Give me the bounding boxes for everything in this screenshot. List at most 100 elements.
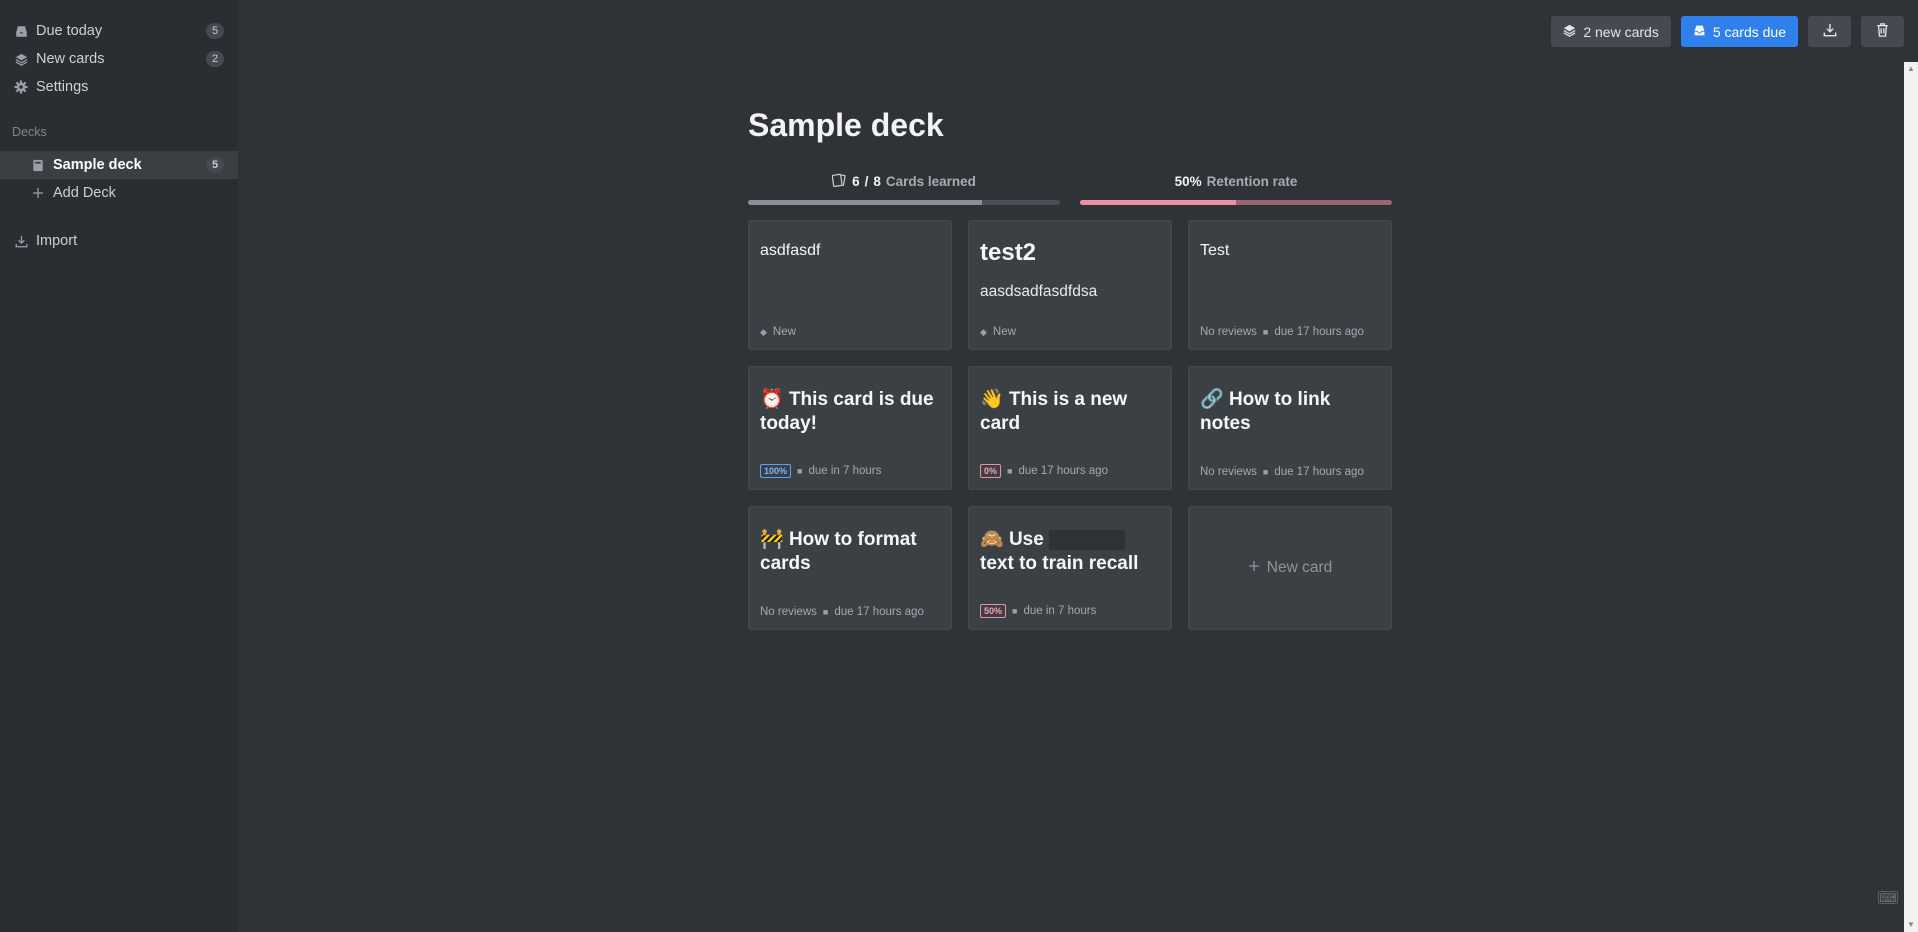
retention-progress-bar (1080, 200, 1392, 205)
cards-learned-total: 8 (873, 174, 881, 189)
card-due: due 17 hours ago (1018, 465, 1108, 477)
download-button[interactable] (1808, 16, 1851, 47)
inbox-icon: ■ (1262, 327, 1269, 337)
card-title-text: This card is due today! (760, 389, 934, 434)
card-item[interactable]: test2 aasdsadfasdfdsa ◆ New (968, 220, 1172, 350)
card-reviews: No reviews (1200, 466, 1257, 478)
sidebar-item-import[interactable]: Import (0, 227, 238, 255)
card-item[interactable]: 🚧 How to format cards No reviews ■ due 1… (748, 506, 952, 630)
progress-fill (748, 200, 982, 205)
retention-badge: 50% (980, 604, 1007, 618)
retention-stat: 50% Retention rate (1080, 174, 1392, 205)
card-item[interactable]: ⏰ This card is due today! 100% ■ due in … (748, 366, 952, 490)
construction-icon: 🚧 (760, 528, 784, 550)
see-no-evil-monkey-icon: 🙈 (980, 528, 1004, 550)
card-due: due 17 hours ago (834, 606, 924, 618)
card-item[interactable]: asdfasdf ◆ New (748, 220, 952, 350)
card-status: New (772, 326, 796, 338)
cards-learned-done: 6 (852, 174, 860, 189)
layers-icon: ◆ (760, 326, 767, 337)
layers-icon (1563, 24, 1576, 40)
card-due: due in 7 hours (808, 465, 882, 477)
new-card-label: New card (1266, 559, 1333, 576)
retention-badge: 0% (980, 464, 1002, 478)
keyboard-icon[interactable]: ⌨ (1878, 891, 1898, 905)
inbox-icon (1693, 24, 1706, 40)
sidebar-item-label: Import (36, 233, 78, 249)
inbox-icon: ■ (1262, 467, 1269, 477)
deck-stats: 6 / 8 Cards learned 50% Retention rate (748, 173, 1392, 205)
scrollbar[interactable]: ▲ ▼ (1904, 62, 1918, 932)
book-icon (30, 157, 46, 173)
decks-section-label: Decks (12, 125, 47, 139)
card-item[interactable]: Test No reviews ■ due 17 hours ago (1188, 220, 1392, 350)
card-title: asdfasdf (760, 242, 821, 259)
cards-learned-progress-bar (748, 200, 1060, 205)
sidebar-item-label: Sample deck (53, 157, 142, 173)
sidebar-item-due-today[interactable]: Due today 5 (0, 17, 238, 45)
add-deck-button[interactable]: Add Deck (0, 179, 238, 207)
waving-hand-icon: 👋 (980, 388, 1004, 410)
card-meta: ◆ New (760, 326, 796, 338)
cards-learned-label: Cards learned (885, 174, 976, 189)
card-title-text: text to train recall (980, 553, 1139, 574)
sidebar-item-settings[interactable]: Settings (0, 73, 238, 101)
deck-main: Sample deck 6 / 8 Cards learned 50% Rete… (748, 104, 1392, 630)
trash-icon (1876, 23, 1889, 40)
redacted-text (1049, 529, 1126, 550)
count-badge: 5 (206, 157, 224, 173)
retention-badge: 100% (760, 464, 792, 478)
delete-button[interactable] (1861, 16, 1904, 47)
card-due: due 17 hours ago (1274, 466, 1364, 478)
progress-fill (1080, 200, 1236, 205)
cards-grid: asdfasdf ◆ New test2 aasdsadfasdfdsa ◆ N… (748, 220, 1392, 630)
card-title-text: How to format cards (760, 529, 917, 574)
cards-due-button[interactable]: 5 cards due (1680, 16, 1798, 47)
card-title: 🚧 How to format cards (760, 527, 940, 576)
page-title: Sample deck (748, 107, 944, 143)
card-meta: 50% ■ due in 7 hours (980, 604, 1096, 618)
sidebar-item-new-cards[interactable]: New cards 2 (0, 45, 238, 73)
layers-icon (13, 51, 29, 67)
card-item[interactable]: 🙈 Use text to train recall 50% ■ due in … (968, 506, 1172, 630)
inbox-icon: ■ (797, 466, 803, 476)
new-cards-button[interactable]: 2 new cards (1551, 16, 1671, 47)
card-subtitle: aasdsadfasdfdsa (980, 283, 1098, 300)
scroll-up-arrow-icon[interactable]: ▲ (1904, 62, 1918, 76)
alarm-clock-icon: ⏰ (760, 388, 784, 410)
card-title: ⏰ This card is due today! (760, 387, 940, 436)
retention-label: Retention rate (1206, 174, 1298, 189)
sidebar-item-label: New cards (36, 51, 105, 67)
card-item[interactable]: 🔗 How to link notes No reviews ■ due 17 … (1188, 366, 1392, 490)
layers-icon: ◆ (980, 326, 987, 337)
gear-icon (13, 79, 29, 95)
import-icon (13, 233, 29, 249)
sidebar: Due today 5 New cards 2 Settings Decks S… (0, 0, 238, 932)
card-title: 🙈 Use text to train recall (980, 527, 1160, 576)
card-title: test2 (980, 239, 1037, 266)
sidebar-item-label: Settings (36, 79, 89, 95)
card-meta: No reviews ■ due 17 hours ago (760, 606, 924, 618)
cards-learned-stat: 6 / 8 Cards learned (748, 173, 1060, 205)
inbox-icon: ■ (1012, 606, 1018, 616)
retention-value: 50% (1174, 174, 1202, 189)
card-title: 🔗 How to link notes (1200, 387, 1380, 436)
card-title: 👋 This is a new card (980, 387, 1160, 436)
new-card-button[interactable]: New card (1188, 506, 1392, 630)
card-status: New (992, 326, 1016, 338)
sidebar-item-label: Due today (36, 23, 103, 39)
inbox-icon: ■ (822, 607, 829, 617)
count-badge: 5 (206, 23, 224, 39)
cards-due-label: 5 cards due (1712, 23, 1786, 40)
card-meta: 100% ■ due in 7 hours (760, 464, 881, 478)
card-reviews: No reviews (760, 606, 817, 618)
count-badge: 2 (206, 51, 224, 67)
card-item[interactable]: 👋 This is a new card 0% ■ due 17 hours a… (968, 366, 1172, 490)
card-meta: No reviews ■ due 17 hours ago (1200, 326, 1364, 338)
card-reviews: No reviews (1200, 326, 1257, 338)
scroll-down-arrow-icon[interactable]: ▼ (1904, 918, 1918, 932)
add-deck-label: Add Deck (53, 185, 116, 201)
plus-icon (30, 185, 46, 201)
sidebar-item-sample-deck[interactable]: Sample deck 5 (0, 151, 238, 179)
top-toolbar: 2 new cards 5 cards due (1551, 16, 1904, 47)
